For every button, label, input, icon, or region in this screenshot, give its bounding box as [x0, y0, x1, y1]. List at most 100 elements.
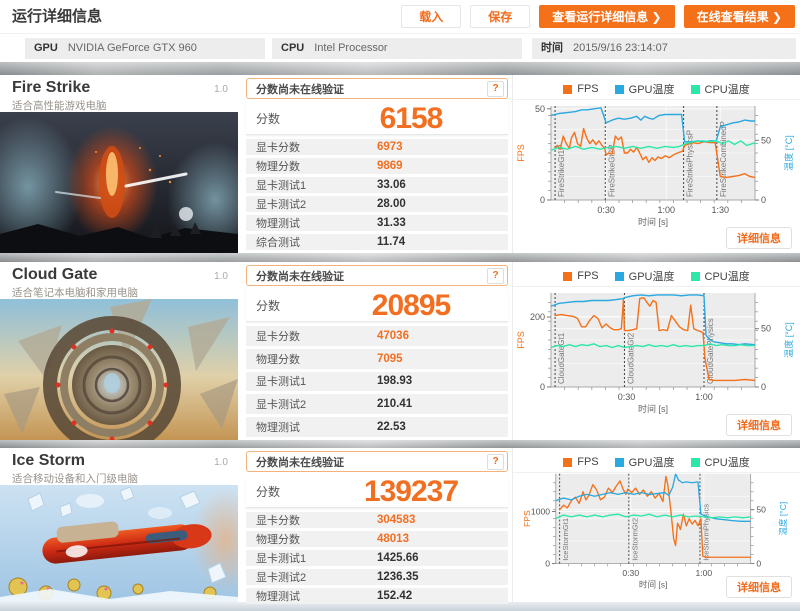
- svg-text:1:00: 1:00: [695, 568, 712, 578]
- svg-text:0: 0: [540, 195, 545, 205]
- svg-text:0: 0: [540, 382, 545, 392]
- svg-text:0:30: 0:30: [622, 568, 639, 578]
- view-run-details-button[interactable]: 查看运行详细信息 ❯: [539, 5, 674, 28]
- legend-item-cpu-temp: CPU温度: [691, 268, 750, 284]
- svg-text:50: 50: [756, 505, 766, 515]
- background-photo-strip: [0, 253, 800, 262]
- legend-label: FPS: [577, 270, 598, 282]
- score-row: 显卡测试21236.35: [246, 569, 508, 585]
- legend-item-gpu-temp: GPU温度: [615, 268, 675, 284]
- header-bar: 运行详细信息 载入 保存 查看运行详细信息 ❯ 在线查看结果 ❯: [0, 0, 800, 33]
- legend-label: GPU温度: [629, 268, 675, 284]
- validation-text: 分数尚未在线验证: [256, 454, 487, 470]
- gpu-temp-swatch-icon: [615, 458, 624, 467]
- cpu-value: Intel Processor: [314, 42, 387, 54]
- svg-text:1:00: 1:00: [695, 392, 713, 402]
- total-score-value: 20895: [314, 289, 508, 322]
- benchmark-name: Ice Storm: [12, 452, 228, 470]
- save-button[interactable]: 保存: [470, 5, 530, 28]
- run-details-page: 运行详细信息 载入 保存 查看运行详细信息 ❯ 在线查看结果 ❯ GPUNVID…: [0, 0, 800, 611]
- score-row-value: 6973: [377, 141, 508, 153]
- total-score-row: 分数 20895: [246, 289, 508, 322]
- score-row: 物理测试152.42: [246, 588, 508, 604]
- score-row-label: 物理测试: [256, 419, 377, 435]
- validation-text: 分数尚未在线验证: [256, 81, 487, 97]
- score-panel: 分数尚未在线验证 ? 分数 139237 显卡分数304583物理分数48013…: [246, 451, 508, 599]
- total-score-value: 139237: [314, 475, 508, 508]
- score-row: 显卡分数304583: [246, 512, 508, 528]
- load-button[interactable]: 载入: [401, 5, 461, 28]
- svg-text:50: 50: [761, 135, 771, 145]
- help-button[interactable]: ?: [487, 81, 504, 97]
- legend-item-gpu-temp: GPU温度: [615, 81, 675, 97]
- score-row-label: 物理测试: [256, 588, 377, 604]
- help-button[interactable]: ?: [487, 268, 504, 284]
- score-row: 显卡分数47036: [246, 326, 508, 346]
- svg-text:0: 0: [761, 382, 766, 392]
- score-rows: 显卡分数6973物理分数9869显卡测试133.06显卡测试228.00物理测试…: [246, 139, 508, 250]
- score-row-value: 7095: [377, 353, 508, 365]
- svg-text:FPS: FPS: [516, 331, 526, 349]
- svg-text:FireStrikeCombinedP: FireStrikeCombinedP: [719, 121, 728, 197]
- benchmark-title-block: 1.0 Ice Storm 适合移动设备和入门级电脑: [0, 448, 238, 485]
- score-row: 显卡分数6973: [246, 139, 508, 155]
- score-row-value: 9869: [377, 160, 508, 172]
- details-button[interactable]: 详细信息: [726, 227, 792, 249]
- score-row: 物理测试22.53: [246, 417, 508, 437]
- details-button[interactable]: 详细信息: [726, 414, 792, 436]
- score-label: 分数: [256, 297, 314, 314]
- svg-text:FPS: FPS: [516, 144, 526, 162]
- score-row-value: 304583: [377, 514, 508, 526]
- legend-label: CPU温度: [705, 454, 750, 470]
- time-value: 2015/9/16 23:14:07: [573, 42, 668, 54]
- score-row-label: 显卡测试2: [256, 396, 377, 412]
- svg-text:1000: 1000: [531, 506, 550, 516]
- legend-label: CPU温度: [705, 81, 750, 97]
- fps-swatch-icon: [563, 272, 572, 281]
- svg-text:200: 200: [530, 312, 545, 322]
- score-rows: 显卡分数304583物理分数48013显卡测试11425.66显卡测试21236…: [246, 512, 508, 604]
- legend-item-fps: FPS: [563, 270, 598, 282]
- background-photo-strip: [0, 440, 800, 448]
- score-row-label: 显卡分数: [256, 139, 377, 155]
- score-row: 综合测试11.74: [246, 234, 508, 250]
- svg-text:0:30: 0:30: [597, 205, 615, 215]
- chart-area: 20005000:301:00时间 [s]FPS温度 [°C]CloudGate…: [515, 288, 799, 422]
- score-row: 显卡测试133.06: [246, 177, 508, 193]
- score-row-label: 显卡分数: [256, 512, 377, 528]
- svg-text:温度 [°C]: 温度 [°C]: [783, 322, 794, 358]
- cpu-temp-swatch-icon: [691, 272, 700, 281]
- benchmark-card-cloud-gate: 1.0 Cloud Gate 适合笔记本电脑和家用电脑: [0, 262, 800, 440]
- time-field: 时间 2015/9/16 23:14:07: [532, 38, 796, 59]
- svg-text:温度 [°C]: 温度 [°C]: [777, 502, 788, 536]
- benchmark-name: Cloud Gate: [12, 266, 228, 284]
- score-row-label: 物理分数: [256, 531, 377, 547]
- benchmark-card-fire-strike: 1.0 Fire Strike 适合高性能游戏电脑: [0, 75, 800, 253]
- svg-text:CloudGateGt1: CloudGateGt1: [557, 332, 566, 384]
- legend-label: GPU温度: [629, 81, 675, 97]
- help-button[interactable]: ?: [487, 454, 504, 470]
- benchmark-title-block: 1.0 Cloud Gate 适合笔记本电脑和家用电脑: [0, 262, 238, 299]
- svg-text:时间 [s]: 时间 [s]: [638, 403, 668, 414]
- score-row: 显卡测试1198.93: [246, 372, 508, 392]
- score-row-value: 31.33: [377, 217, 508, 229]
- score-row-label: 显卡测试2: [256, 196, 377, 212]
- view-results-online-button[interactable]: 在线查看结果 ❯: [684, 5, 795, 28]
- svg-text:1:00: 1:00: [657, 205, 675, 215]
- legend-item-cpu-temp: CPU温度: [691, 81, 750, 97]
- details-button[interactable]: 详细信息: [726, 576, 792, 598]
- system-info-bar: GPUNVIDIA GeForce GTX 960 CPUIntel Proce…: [0, 33, 800, 62]
- score-row: 显卡测试2210.41: [246, 394, 508, 414]
- score-row-value: 1425.66: [377, 552, 508, 564]
- chart-panel: FPS GPU温度 CPU温度 5005000:301:001:30时间 [s]…: [512, 75, 800, 253]
- time-label: 时间: [541, 42, 563, 54]
- benchmark-version: 1.0: [214, 457, 228, 468]
- score-rows: 显卡分数47036 物理分数7095 显卡测试1198.93显卡测试2210.41 物…: [246, 326, 508, 437]
- chart-legend: FPS GPU温度 CPU温度: [513, 79, 800, 100]
- score-row-label: 物理分数: [256, 351, 377, 367]
- benchmark-info-column: 1.0 Ice Storm 适合移动设备和入门级电脑: [0, 448, 238, 602]
- score-label: 分数: [256, 110, 314, 127]
- score-row-label: 显卡分数: [256, 328, 377, 344]
- score-row-value: 1236.35: [377, 571, 508, 583]
- score-row-label: 显卡测试1: [256, 550, 377, 566]
